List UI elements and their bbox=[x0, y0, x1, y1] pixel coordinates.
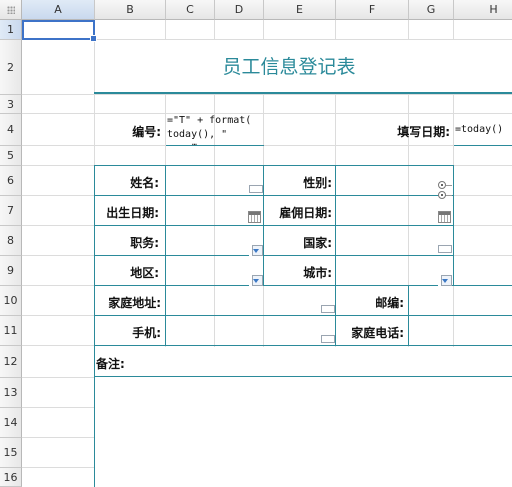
row-header-6[interactable]: 6 bbox=[0, 166, 22, 196]
column-header-g[interactable]: G bbox=[409, 0, 454, 20]
column-header-h[interactable]: H bbox=[454, 0, 512, 20]
gridline bbox=[22, 145, 512, 146]
zip-label: 邮编: bbox=[375, 296, 404, 310]
position-label: 职务: bbox=[130, 236, 159, 250]
row-header-5[interactable]: 5 bbox=[0, 146, 22, 166]
hire-date-calendar-icon[interactable] bbox=[438, 211, 451, 223]
mobile-label: 手机: bbox=[132, 326, 161, 340]
row-header-12[interactable]: 12 bbox=[0, 346, 22, 378]
gender-label: 性别: bbox=[303, 176, 332, 190]
form-border bbox=[94, 315, 512, 316]
active-cell-a1[interactable] bbox=[22, 20, 97, 42]
city-label: 城市: bbox=[303, 266, 332, 280]
notes-cell[interactable] bbox=[95, 347, 512, 487]
form-border bbox=[408, 285, 409, 346]
row-header-9[interactable]: 9 bbox=[0, 256, 22, 286]
name-label: 姓名: bbox=[130, 176, 159, 190]
id-formula[interactable]: ="T" + format( today(), " bbox=[167, 114, 251, 142]
id-label: 编号: bbox=[132, 125, 161, 139]
row-header-16[interactable]: 16 bbox=[0, 468, 22, 487]
date-underline bbox=[454, 145, 512, 146]
row-header-7[interactable]: 7 bbox=[0, 196, 22, 226]
row-header-8[interactable]: 8 bbox=[0, 226, 22, 256]
column-header-d[interactable]: D bbox=[215, 0, 264, 20]
title-underline bbox=[94, 92, 512, 94]
notes-label: 备注: bbox=[96, 357, 125, 371]
row-header-13[interactable]: 13 bbox=[0, 378, 22, 408]
id-formula-line1: ="T" + format( bbox=[167, 115, 252, 126]
country-label: 国家: bbox=[303, 236, 332, 250]
gridline bbox=[22, 94, 512, 95]
form-border bbox=[94, 345, 512, 346]
id-underline bbox=[166, 145, 264, 146]
column-header-b[interactable]: B bbox=[95, 0, 166, 20]
select-all-corner[interactable] bbox=[0, 0, 22, 20]
row-header-1[interactable]: 1 bbox=[0, 20, 22, 40]
gender-radio-male[interactable] bbox=[438, 181, 446, 189]
column-header-a[interactable]: A bbox=[22, 0, 95, 20]
name-textbox[interactable] bbox=[249, 185, 263, 193]
column-header-f[interactable]: F bbox=[336, 0, 409, 20]
region-dropdown[interactable] bbox=[249, 275, 263, 286]
region-label: 地区: bbox=[130, 266, 159, 280]
row-header-2[interactable]: 2 bbox=[0, 40, 22, 95]
address-label: 家庭地址: bbox=[108, 296, 161, 310]
form-border bbox=[94, 225, 454, 226]
home-phone-label: 家庭电话: bbox=[351, 326, 404, 340]
hire-date-label: 雇佣日期: bbox=[279, 206, 332, 220]
row-header-3[interactable]: 3 bbox=[0, 95, 22, 114]
row-header-10[interactable]: 10 bbox=[0, 286, 22, 316]
position-dropdown[interactable] bbox=[249, 245, 263, 256]
form-border bbox=[94, 255, 454, 256]
row-header-11[interactable]: 11 bbox=[0, 316, 22, 346]
country-textbox[interactable] bbox=[438, 245, 452, 253]
radio-line bbox=[446, 195, 452, 196]
id-formula-line2: today(), " bbox=[167, 129, 228, 140]
column-header-c[interactable]: C bbox=[166, 0, 215, 20]
mobile-textbox[interactable] bbox=[321, 335, 335, 343]
form-border bbox=[165, 165, 166, 346]
column-header-e[interactable]: E bbox=[264, 0, 336, 20]
birth-date-label: 出生日期: bbox=[106, 206, 159, 220]
address-textbox[interactable] bbox=[321, 305, 335, 313]
gridline bbox=[22, 113, 512, 114]
form-border bbox=[335, 165, 336, 346]
fill-date-label: 填写日期: bbox=[397, 125, 450, 139]
form-border bbox=[453, 165, 454, 286]
form-border bbox=[94, 195, 454, 196]
fill-date-formula[interactable]: =today() bbox=[455, 123, 503, 137]
spreadsheet[interactable]: A B C D E F G H 1 2 3 4 5 6 7 8 9 10 11 … bbox=[0, 0, 512, 487]
row-header-4[interactable]: 4 bbox=[0, 114, 22, 146]
radio-line bbox=[446, 185, 452, 186]
form-border bbox=[94, 165, 454, 166]
city-dropdown[interactable] bbox=[438, 275, 452, 286]
form-title: 员工信息登记表 bbox=[222, 56, 356, 78]
row-header-15[interactable]: 15 bbox=[0, 438, 22, 468]
birth-date-calendar-icon[interactable] bbox=[248, 211, 261, 223]
id-formula-overflow: … bbox=[192, 138, 197, 147]
form-border bbox=[94, 376, 512, 377]
gender-radio-female[interactable] bbox=[438, 191, 446, 199]
row-header-14[interactable]: 14 bbox=[0, 408, 22, 438]
